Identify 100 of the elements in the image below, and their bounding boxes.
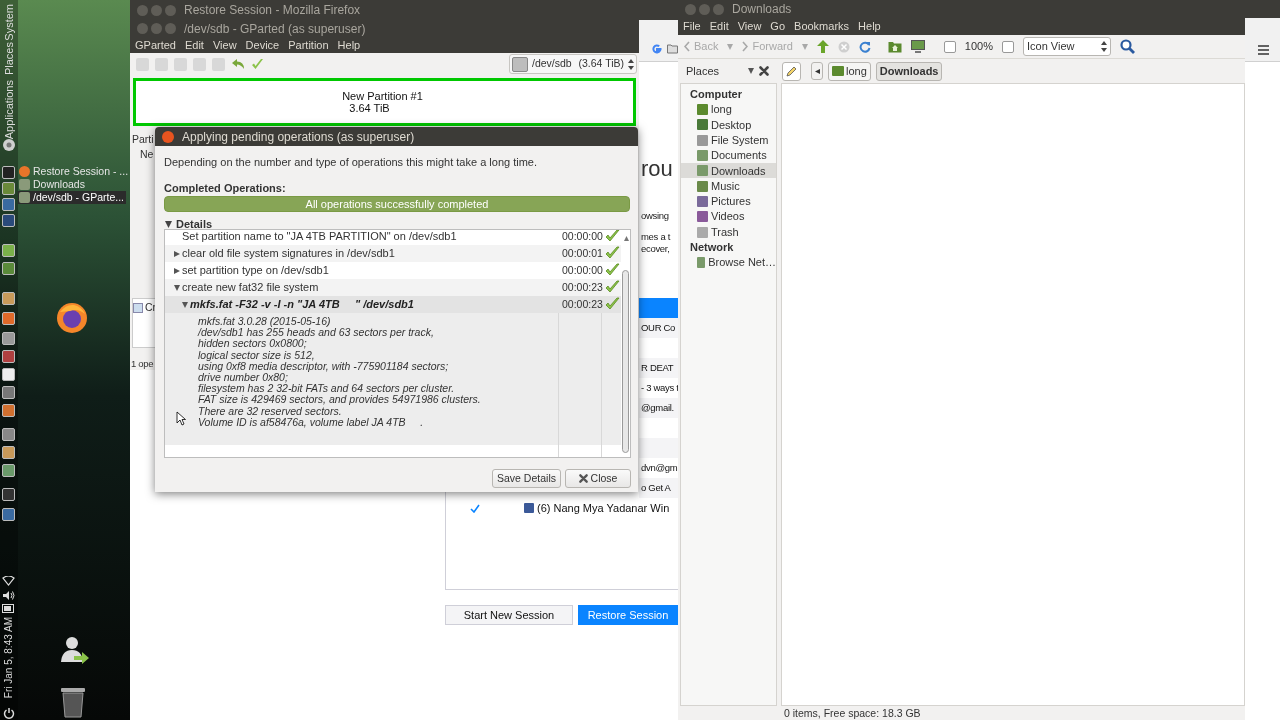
section-heading: Computer [689,87,743,102]
close-icon[interactable] [759,66,769,76]
session-row[interactable]: o Get A [639,478,678,498]
zoom-out-button[interactable] [943,40,956,53]
view-combobox[interactable]: Icon View [1022,37,1111,56]
dropdown-icon[interactable] [801,43,808,50]
expander-icon[interactable] [174,284,180,291]
app-icon[interactable] [2,404,15,417]
app-icon[interactable] [2,508,15,521]
app-icon[interactable] [2,368,15,381]
folder-icon[interactable] [667,43,678,54]
details-expander[interactable]: Details [165,216,213,233]
volume-icon[interactable] [2,590,15,601]
home-folder-icon[interactable] [887,40,902,53]
device-combobox[interactable]: /dev/sdb (3.64 TiB) [509,54,637,74]
trash-icon[interactable] [60,686,86,718]
sidebar-item[interactable]: Documents [681,147,776,164]
scrollbar[interactable] [622,270,629,453]
sidebar-item[interactable]: Pictures [681,193,776,210]
wifi-icon[interactable] [2,576,15,586]
sidebar-item[interactable]: long [681,102,776,118]
time-cell-text: 00:00:23 [562,279,603,295]
sidebar-item[interactable]: Downloads [681,163,776,179]
panel-menu[interactable]: Places [2,42,16,76]
window-list-item[interactable]: /dev/sdb - GParte... [18,191,127,204]
operation-row[interactable]: clear old file system signatures in /dev/sdb1 00:00:01 [165,245,621,262]
output-line: filesystem has 2 32-bit FATs and 64 sectors per cluster. [198,383,455,395]
dialog-button[interactable]: Close [565,469,631,488]
menu-item[interactable]: Partition [288,36,329,54]
message-text: Depending on the number and type of operations this might take a long time. [164,155,537,170]
battery-icon[interactable] [2,604,15,613]
menu-item[interactable]: Edit [184,36,204,54]
menu-item[interactable]: Bookmarks [794,18,850,35]
app-icon[interactable] [2,166,15,179]
app-icon[interactable] [2,350,15,363]
window-list-item[interactable]: Downloads [18,178,87,191]
session-button[interactable]: Restore Session [578,605,678,625]
app-icon[interactable] [2,198,15,211]
menu-icon[interactable] [1258,45,1269,55]
power-icon[interactable] [3,707,15,719]
output-line: There are 32 reserved sectors. [198,405,342,417]
session-row[interactable]: OUR Co [639,318,678,338]
pane-selector[interactable]: Places [686,62,754,80]
logo-icon[interactable] [56,302,88,334]
menu-item[interactable]: Help [858,18,881,35]
partition-map[interactable]: New Partition #1 3.64 TiB [133,78,636,126]
menu-item[interactable]: View [212,36,237,54]
expander-icon[interactable] [182,301,188,308]
google-icon[interactable] [651,43,663,55]
sidebar-item[interactable]: File System [681,132,776,148]
output-line: hidden sectors 0x0800; [198,338,307,350]
sidebar-item[interactable]: Music [681,178,776,194]
menu-item[interactable]: Help [337,36,361,54]
scroll-up-icon[interactable] [624,236,629,241]
sidebar-item[interactable]: Browse Net… [681,254,776,270]
check-icon[interactable] [251,58,264,70]
search-icon[interactable] [1119,39,1135,54]
session-button[interactable]: Start New Session [445,605,573,625]
dropdown-icon[interactable] [727,43,734,50]
sidebar-item[interactable]: Desktop [681,117,776,133]
app-icon[interactable] [2,386,15,399]
expander-icon[interactable] [174,250,180,257]
reload-icon[interactable] [858,40,871,53]
edit-location-button[interactable] [782,61,801,81]
panel-menu[interactable]: System [2,4,16,41]
expander-icon[interactable] [174,267,180,274]
pencil-icon [786,65,797,77]
menu-item[interactable]: File [683,18,701,35]
window-close-button[interactable] [162,130,174,143]
path-button[interactable]: Downloads [875,61,943,81]
menu-item[interactable]: Go [770,18,786,35]
device-size: (3.64 TiB) [578,56,624,72]
app-icon[interactable] [2,428,15,441]
clock[interactable]: Fri Jan 5, 8:43 AM [2,617,16,699]
undo-icon[interactable] [231,58,245,70]
operation-text: create new fat32 file system [182,280,319,296]
zoom-in-button[interactable] [1001,40,1014,53]
operation-row[interactable]: create new fat32 file system 00:00:23 [165,279,621,296]
check-icon[interactable] [470,503,480,513]
window-list-item[interactable]: Restore Session - ... [18,165,131,178]
app-icon[interactable] [2,214,15,227]
app-icon[interactable] [2,262,15,275]
dialog-button[interactable]: Save Details [492,469,561,488]
check-icon [605,230,620,243]
logo-icon[interactable] [2,138,16,152]
up-arrow-icon[interactable] [816,40,829,53]
menu-item[interactable]: Device [245,36,280,54]
menu-item[interactable]: GParted [135,36,176,54]
menu-item[interactable]: Edit [709,18,729,35]
path-back-button[interactable] [811,62,823,80]
partition-size: 3.64 TiB [349,102,391,114]
menu-item[interactable]: View [737,18,762,35]
sidebar-item[interactable]: Trash [681,224,776,240]
app-icon[interactable] [2,488,15,501]
sidebar-item[interactable]: Videos [681,209,776,225]
status-text: 0 items, Free space: 18.3 GB [784,706,921,720]
path-button[interactable]: long [828,61,871,81]
operation-row[interactable]: mkfs.fat -F32 -v -I -n "JA 4TB " /dev/sdb1 00:00:23 [165,296,621,313]
computer-icon[interactable] [910,40,925,53]
panel-menu[interactable]: Applications [2,80,16,140]
